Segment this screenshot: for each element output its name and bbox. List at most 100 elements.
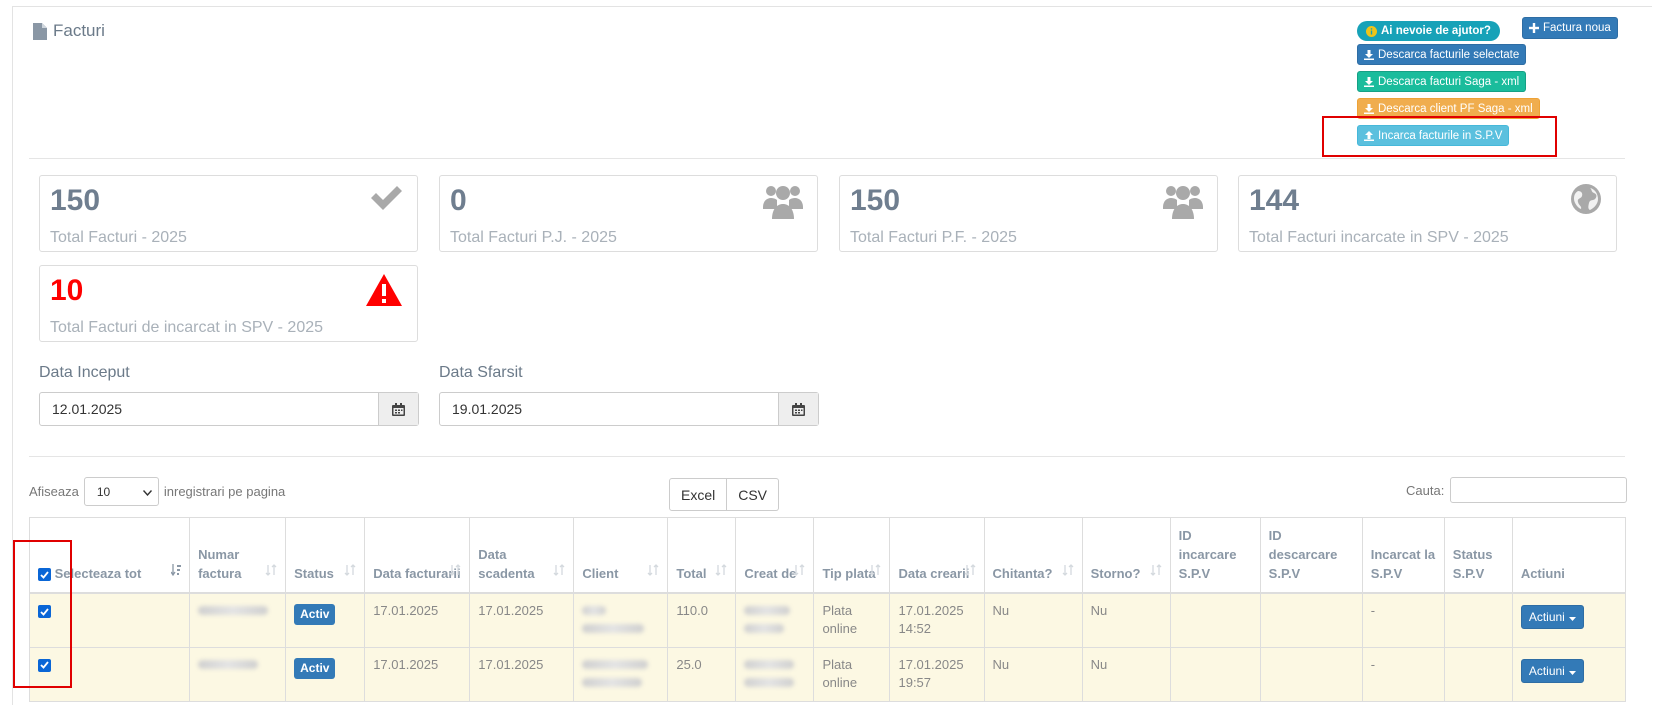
- new-invoice-button[interactable]: Factura noua: [1522, 17, 1618, 39]
- row-checkbox[interactable]: [38, 658, 51, 672]
- sort-icon: [1150, 562, 1162, 581]
- status-badge: Activ: [294, 657, 336, 679]
- column-header[interactable]: Total: [667, 517, 737, 594]
- end-date-value[interactable]: 19.01.2025: [440, 393, 778, 425]
- column-header-label: Tip plata: [822, 566, 876, 581]
- created-by-cell: [735, 646, 815, 702]
- created-date-cell: 17.01.2025 14:52: [889, 592, 985, 648]
- column-header[interactable]: Data facturarii: [364, 517, 471, 594]
- start-date-field[interactable]: 12.01.2025: [39, 392, 419, 426]
- redacted-text: [744, 624, 785, 633]
- table-search: Cauta:: [1406, 477, 1628, 503]
- column-header-label: Data facturarii: [373, 566, 461, 581]
- download-selected-button[interactable]: Descarca facturile selectate: [1357, 44, 1527, 65]
- help-button[interactable]: Ai nevoie de ajutor?: [1357, 21, 1500, 41]
- export-excel-button[interactable]: Excel: [669, 478, 728, 511]
- column-header-label: Actiuni: [1520, 566, 1565, 581]
- receipt-cell: Nu: [983, 592, 1083, 648]
- export-buttons: Excel CSV: [669, 478, 780, 511]
- column-header[interactable]: Client: [573, 517, 669, 594]
- column-header-label: ID descarcare S.P.V: [1268, 528, 1338, 581]
- status-badge: Activ: [294, 604, 336, 625]
- invoice-date-cell: 17.01.2025: [364, 592, 471, 648]
- start-date-value[interactable]: 12.01.2025: [40, 393, 378, 425]
- spv-download-id-cell: [1259, 646, 1363, 702]
- column-header[interactable]: ID incarcare S.P.V: [1169, 517, 1261, 594]
- spv-download-id-cell: [1259, 592, 1363, 648]
- table-row[interactable]: Activ 17.01.2025 17.01.2025 110.0 Plata …: [28, 592, 1627, 648]
- row-checkbox[interactable]: [38, 605, 51, 619]
- actions-dropdown-button[interactable]: Actiuni: [1520, 605, 1584, 629]
- invoice-number-cell: [189, 592, 287, 648]
- actions-dropdown-button[interactable]: Actiuni: [1520, 658, 1584, 683]
- search-input[interactable]: [1450, 477, 1628, 503]
- redacted-text: [582, 624, 645, 633]
- download-icon: [1364, 103, 1374, 114]
- sort-icon: [170, 562, 182, 581]
- column-header-label: Total: [676, 566, 707, 581]
- page-title: Facturi: [33, 21, 105, 41]
- column-header[interactable]: Creat de: [735, 517, 815, 594]
- column-header-label: Data crearii: [898, 566, 970, 581]
- caret-down-icon: [1568, 662, 1576, 680]
- column-header-label: Data scadenta: [478, 547, 535, 581]
- new-invoice-label: Factura noua: [1543, 22, 1611, 34]
- download-icon: [1364, 76, 1374, 87]
- column-header[interactable]: Chitanta?: [983, 517, 1083, 594]
- sort-icon: [869, 562, 881, 581]
- download-saga-button[interactable]: Descarca facturi Saga - xml: [1357, 71, 1527, 92]
- search-label: Cauta:: [1406, 482, 1445, 498]
- column-header-label: Storno?: [1090, 566, 1141, 581]
- column-header[interactable]: Data crearii: [889, 517, 985, 594]
- column-header[interactable]: Status: [285, 517, 366, 594]
- select-all-label: Selecteaza tot: [54, 566, 142, 581]
- column-header-label: Numar factura: [198, 547, 242, 581]
- actions-label: Actiuni: [1528, 663, 1565, 678]
- due-date-cell: 17.01.2025: [469, 646, 575, 702]
- redacted-text: [198, 659, 259, 669]
- spv-uploaded-cell: -: [1361, 592, 1445, 648]
- warning-icon: [365, 273, 403, 310]
- select-all-checkbox[interactable]: [38, 568, 51, 582]
- file-icon: [33, 22, 47, 40]
- status-cell: Activ: [285, 592, 366, 648]
- column-header[interactable]: Status S.P.V: [1443, 517, 1513, 594]
- sort-icon: [715, 562, 727, 581]
- end-date-field[interactable]: 19.01.2025: [439, 392, 819, 426]
- download-saga-label: Descarca facturi Saga - xml: [1378, 75, 1520, 88]
- page-length-control: Afiseaza 10 inregistrari pe pagina: [29, 477, 285, 506]
- page-title-text: Facturi: [53, 21, 105, 40]
- calendar-icon[interactable]: [778, 393, 818, 425]
- invoice-number-cell: [189, 646, 287, 702]
- export-csv-button[interactable]: CSV: [727, 478, 780, 511]
- column-header[interactable]: Storno?: [1081, 517, 1171, 594]
- column-header[interactable]: ID descarcare S.P.V: [1259, 517, 1363, 594]
- stat-label: Total Facturi incarcate in SPV - 2025: [1249, 229, 1509, 246]
- stat-value: 150: [850, 184, 901, 217]
- sort-icon: [793, 562, 805, 581]
- column-header-label: Status S.P.V: [1452, 547, 1493, 581]
- column-header[interactable]: Data scadenta: [469, 517, 575, 594]
- created-date-cell: 17.01.2025 19:57: [889, 646, 985, 702]
- column-header[interactable]: Tip plata: [813, 517, 891, 594]
- column-header[interactable]: Incarcat la S.P.V: [1361, 517, 1445, 594]
- column-header-label: Creat de: [744, 566, 797, 581]
- column-header-select-all[interactable]: Selecteaza tot: [28, 517, 191, 594]
- start-date-label: Data Inceput: [39, 364, 130, 381]
- upload-spv-label: Incarca facturile in S.P.V: [1378, 129, 1503, 142]
- download-pf-saga-button[interactable]: Descarca client PF Saga - xml: [1357, 98, 1540, 119]
- column-header-label: Status: [294, 566, 334, 581]
- end-date-label: Data Sfarsit: [439, 364, 523, 381]
- row-select-cell[interactable]: [28, 646, 191, 702]
- stat-card-pf: 150 Total Facturi P.F. - 2025: [839, 175, 1218, 252]
- redacted-text: [744, 677, 795, 687]
- calendar-icon[interactable]: [378, 393, 418, 425]
- page-size-value: 10: [96, 484, 111, 499]
- upload-spv-button[interactable]: Incarca facturile in S.P.V: [1357, 125, 1510, 146]
- column-header[interactable]: Numar factura: [189, 517, 287, 594]
- table-row[interactable]: Activ 17.01.2025 17.01.2025 25.0 Plata o…: [28, 646, 1627, 702]
- page-size-select[interactable]: 10: [83, 477, 159, 506]
- row-select-cell[interactable]: [28, 592, 191, 648]
- column-header-label: Incarcat la S.P.V: [1370, 547, 1436, 581]
- total-cell: 25.0: [667, 646, 737, 702]
